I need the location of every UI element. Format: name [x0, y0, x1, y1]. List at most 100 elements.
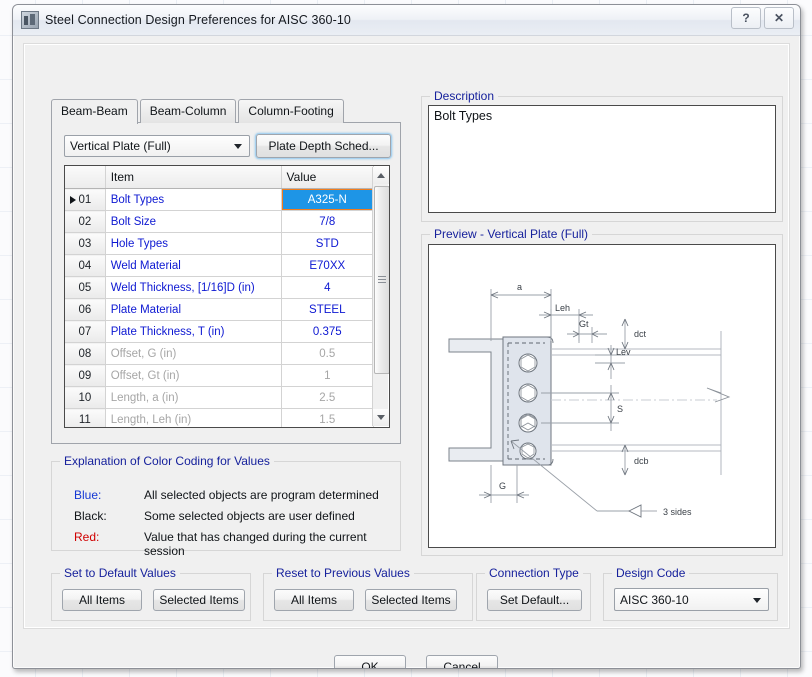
table-header-row: Item Value — [65, 166, 375, 189]
row-indicator-02[interactable]: 02 — [65, 210, 106, 233]
preferences-grid[interactable]: Item Value 01 Bolt Types A325-N 02 Bolt … — [64, 165, 390, 428]
connection-type-dropdown[interactable]: Vertical Plate (Full) — [64, 135, 250, 157]
help-button[interactable]: ? — [731, 7, 761, 29]
svg-text:Lev: Lev — [616, 347, 631, 357]
row-indicator-11[interactable]: 11 — [65, 408, 106, 427]
preview-legend: Preview - Vertical Plate (Full) — [430, 227, 593, 241]
set-default-all-items-button[interactable]: All Items — [62, 589, 142, 611]
color-desc-blue: All selected objects are program determi… — [144, 488, 379, 502]
reset-selected-items-button[interactable]: Selected Items — [365, 589, 457, 611]
tab-strip: Beam-Beam Beam-Column Column-Footing — [51, 99, 346, 124]
table-row[interactable]: 05 Weld Thickness, [1/16]D (in) 4 — [65, 276, 375, 299]
svg-text:dct: dct — [634, 329, 647, 339]
cell-item[interactable]: Weld Thickness, [1/16]D (in) — [105, 276, 282, 299]
reset-all-items-button[interactable]: All Items — [274, 589, 354, 611]
column-header-rownum — [65, 166, 106, 189]
table-row[interactable]: 06 Plate Material STEEL — [65, 298, 375, 321]
table-row[interactable]: 03 Hole Types STD — [65, 232, 375, 255]
close-button[interactable]: ✕ — [764, 7, 794, 29]
color-coding-group: Explanation of Color Coding for Values B… — [51, 454, 401, 558]
cell-value[interactable]: STEEL — [281, 298, 375, 321]
design-code-value: AISC 360-10 — [620, 592, 689, 607]
cell-item[interactable]: Weld Material — [105, 254, 282, 277]
connection-type-value: Vertical Plate (Full) — [70, 139, 171, 153]
svg-text:G: G — [499, 481, 506, 491]
row-indicator-09[interactable]: 09 — [65, 364, 106, 387]
row-indicator-10[interactable]: 10 — [65, 386, 106, 409]
cell-item[interactable]: Hole Types — [105, 232, 282, 255]
scroll-up-icon[interactable] — [373, 167, 389, 184]
preview-group: Preview - Vertical Plate (Full) a Leh Gt… — [421, 227, 783, 556]
table-row[interactable]: 07 Plate Thickness, T (in) 0.375 — [65, 320, 375, 343]
row-number: 06 — [78, 303, 92, 316]
row-indicator-07[interactable]: 07 — [65, 320, 106, 343]
svg-text:Gt: Gt — [579, 319, 589, 329]
cell-value[interactable]: 0.375 — [281, 320, 375, 343]
table-row[interactable]: 09 Offset, Gt (in) 1 — [65, 364, 375, 387]
cancel-button[interactable]: Cancel — [426, 655, 498, 668]
cell-value[interactable]: 1.5 — [281, 408, 375, 427]
ok-button[interactable]: OK — [334, 655, 406, 668]
row-number: 08 — [78, 347, 92, 360]
cell-item[interactable]: Length, Leh (in) — [105, 408, 282, 427]
cell-value[interactable]: 0.5 — [281, 342, 375, 365]
cell-item[interactable]: Bolt Size — [105, 210, 282, 233]
description-legend: Description — [430, 89, 499, 103]
preview-image-box: a Leh Gt dct Lev S dcb G 3 sides — [428, 244, 776, 548]
tab-beam-beam[interactable]: Beam-Beam — [51, 99, 138, 124]
cell-value[interactable]: 2.5 — [281, 386, 375, 409]
scroll-down-icon[interactable] — [373, 409, 389, 426]
title-bar: Steel Connection Design Preferences for … — [13, 5, 800, 36]
table-row[interactable]: 11 Length, Leh (in) 1.5 — [65, 408, 375, 427]
column-header-item: Item — [105, 166, 282, 189]
row-indicator-04[interactable]: 04 — [65, 254, 106, 277]
connection-type-set-default-button[interactable]: Set Default... — [487, 589, 582, 611]
set-default-selected-items-button[interactable]: Selected Items — [153, 589, 245, 611]
row-number: 11 — [78, 413, 91, 426]
row-number: 04 — [78, 259, 92, 272]
row-indicator-03[interactable]: 03 — [65, 232, 106, 255]
cell-item[interactable]: Bolt Types — [105, 188, 282, 211]
description-group: Description Bolt Types — [421, 89, 783, 222]
table-row[interactable]: 08 Offset, G (in) 0.5 — [65, 342, 375, 365]
color-key-black: Black: — [74, 509, 107, 523]
description-text-box: Bolt Types — [428, 105, 776, 213]
design-code-dropdown[interactable]: AISC 360-10 — [614, 588, 769, 611]
cell-item[interactable]: Length, a (in) — [105, 386, 282, 409]
color-key-blue: Blue: — [74, 488, 102, 502]
chevron-down-icon — [234, 144, 242, 149]
color-desc-black: Some selected objects are user defined — [144, 509, 355, 523]
table-row[interactable]: 04 Weld Material E70XX — [65, 254, 375, 277]
cell-value[interactable]: E70XX — [281, 254, 375, 277]
cell-value[interactable]: STD — [281, 232, 375, 255]
table-row[interactable]: 10 Length, a (in) 2.5 — [65, 386, 375, 409]
plate-depth-schedule-button[interactable]: Plate Depth Sched... — [256, 134, 391, 158]
table-row[interactable]: 01 Bolt Types A325-N — [65, 188, 375, 211]
cell-item[interactable]: Offset, Gt (in) — [105, 364, 282, 387]
cell-value[interactable]: 4 — [281, 276, 375, 299]
window-controls: ? ✕ — [728, 7, 794, 29]
cell-value[interactable]: 7/8 — [281, 210, 375, 233]
row-number: 10 — [78, 391, 92, 404]
cell-item[interactable]: Plate Thickness, T (in) — [105, 320, 282, 343]
cell-item[interactable]: Offset, G (in) — [105, 342, 282, 365]
svg-text:3 sides: 3 sides — [663, 507, 692, 517]
cell-item[interactable]: Plate Material — [105, 298, 282, 321]
cell-value[interactable]: 1 — [281, 364, 375, 387]
preferences-table: Item Value 01 Bolt Types A325-N 02 Bolt … — [65, 166, 375, 427]
grid-vertical-scrollbar[interactable] — [372, 167, 389, 426]
tab-beam-column[interactable]: Beam-Column — [139, 99, 237, 123]
row-number: 09 — [78, 369, 92, 382]
reset-to-previous-legend: Reset to Previous Values — [272, 566, 414, 580]
row-indicator-08[interactable]: 08 — [65, 342, 106, 365]
table-row[interactable]: 02 Bolt Size 7/8 — [65, 210, 375, 233]
color-desc-red: Value that has changed during the curren… — [144, 530, 367, 558]
dialog-body: Beam-Beam Beam-Column Column-Footing Ver… — [13, 35, 800, 668]
scrollbar-thumb[interactable] — [374, 186, 389, 374]
color-coding-legend: Explanation of Color Coding for Values — [60, 454, 274, 468]
row-indicator-06[interactable]: 06 — [65, 298, 106, 321]
row-indicator-01[interactable]: 01 — [65, 188, 106, 211]
row-indicator-05[interactable]: 05 — [65, 276, 106, 299]
tab-column-footing[interactable]: Column-Footing — [238, 99, 344, 123]
cell-value-selected[interactable]: A325-N — [281, 188, 375, 211]
